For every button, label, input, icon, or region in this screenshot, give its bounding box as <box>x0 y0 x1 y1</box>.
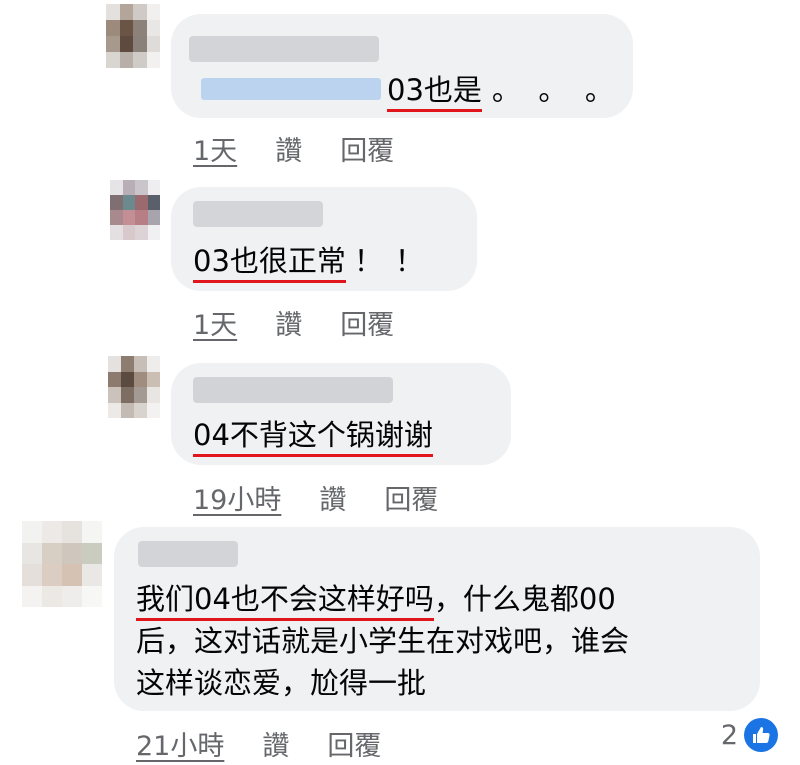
comment-text-line-3: 这样谈恋爱，尬得一批 <box>136 666 427 700</box>
commenter-name-blurred[interactable] <box>193 377 393 403</box>
reply-button[interactable]: 回覆 <box>384 478 438 517</box>
comment-actions: 1天 讚 回覆 <box>193 129 394 168</box>
comment-bubble: 03也是。。。 <box>171 14 633 118</box>
like-button[interactable]: 讚 <box>319 478 346 517</box>
reply-button[interactable]: 回覆 <box>327 724 381 763</box>
avatar[interactable] <box>110 180 160 240</box>
comment-actions: 21小時 讚 回覆 <box>136 724 381 763</box>
like-button[interactable]: 讚 <box>275 303 302 342</box>
comment-timestamp[interactable]: 1天 <box>193 129 237 168</box>
avatar[interactable] <box>22 521 102 607</box>
comment-timestamp[interactable]: 21小時 <box>136 724 224 763</box>
comment-timestamp[interactable]: 19小時 <box>193 478 281 517</box>
reaction-count: 2 <box>720 719 738 751</box>
like-button[interactable]: 讚 <box>262 724 289 763</box>
commenter-name-blurred[interactable] <box>193 201 323 227</box>
comment-text: 03也很正常！！ <box>193 239 436 283</box>
comment-bubble: 04不背这个锅谢谢 <box>171 363 511 465</box>
reply-button[interactable]: 回覆 <box>340 303 394 342</box>
reaction-summary[interactable]: 2 <box>721 718 778 752</box>
comment-text: 03也是。。。 <box>387 68 646 112</box>
comment-text-line-1: 我们04也不会这样好吗，什么鬼都00 <box>136 577 616 621</box>
comment-text: 04不背这个锅谢谢 <box>193 413 433 457</box>
comment-actions: 19小時 讚 回覆 <box>193 478 438 517</box>
reply-button[interactable]: 回覆 <box>340 129 394 168</box>
commenter-name-blurred[interactable] <box>189 36 379 62</box>
mention-blurred[interactable] <box>201 78 381 100</box>
comment-timestamp[interactable]: 1天 <box>193 303 237 342</box>
avatar[interactable] <box>106 4 160 68</box>
comment-text-line-2: 后，这对话就是小学生在对戏吧，谁会 <box>136 624 630 658</box>
comment-bubble: 03也很正常！！ <box>171 187 477 291</box>
like-thumb-icon <box>744 718 778 752</box>
avatar[interactable] <box>108 356 160 418</box>
commenter-name-blurred[interactable] <box>138 541 238 567</box>
comment-actions: 1天 讚 回覆 <box>193 303 394 342</box>
comment-bubble: 我们04也不会这样好吗，什么鬼都00 后，这对话就是小学生在对戏吧，谁会 这样谈… <box>114 527 760 711</box>
like-button[interactable]: 讚 <box>275 129 302 168</box>
